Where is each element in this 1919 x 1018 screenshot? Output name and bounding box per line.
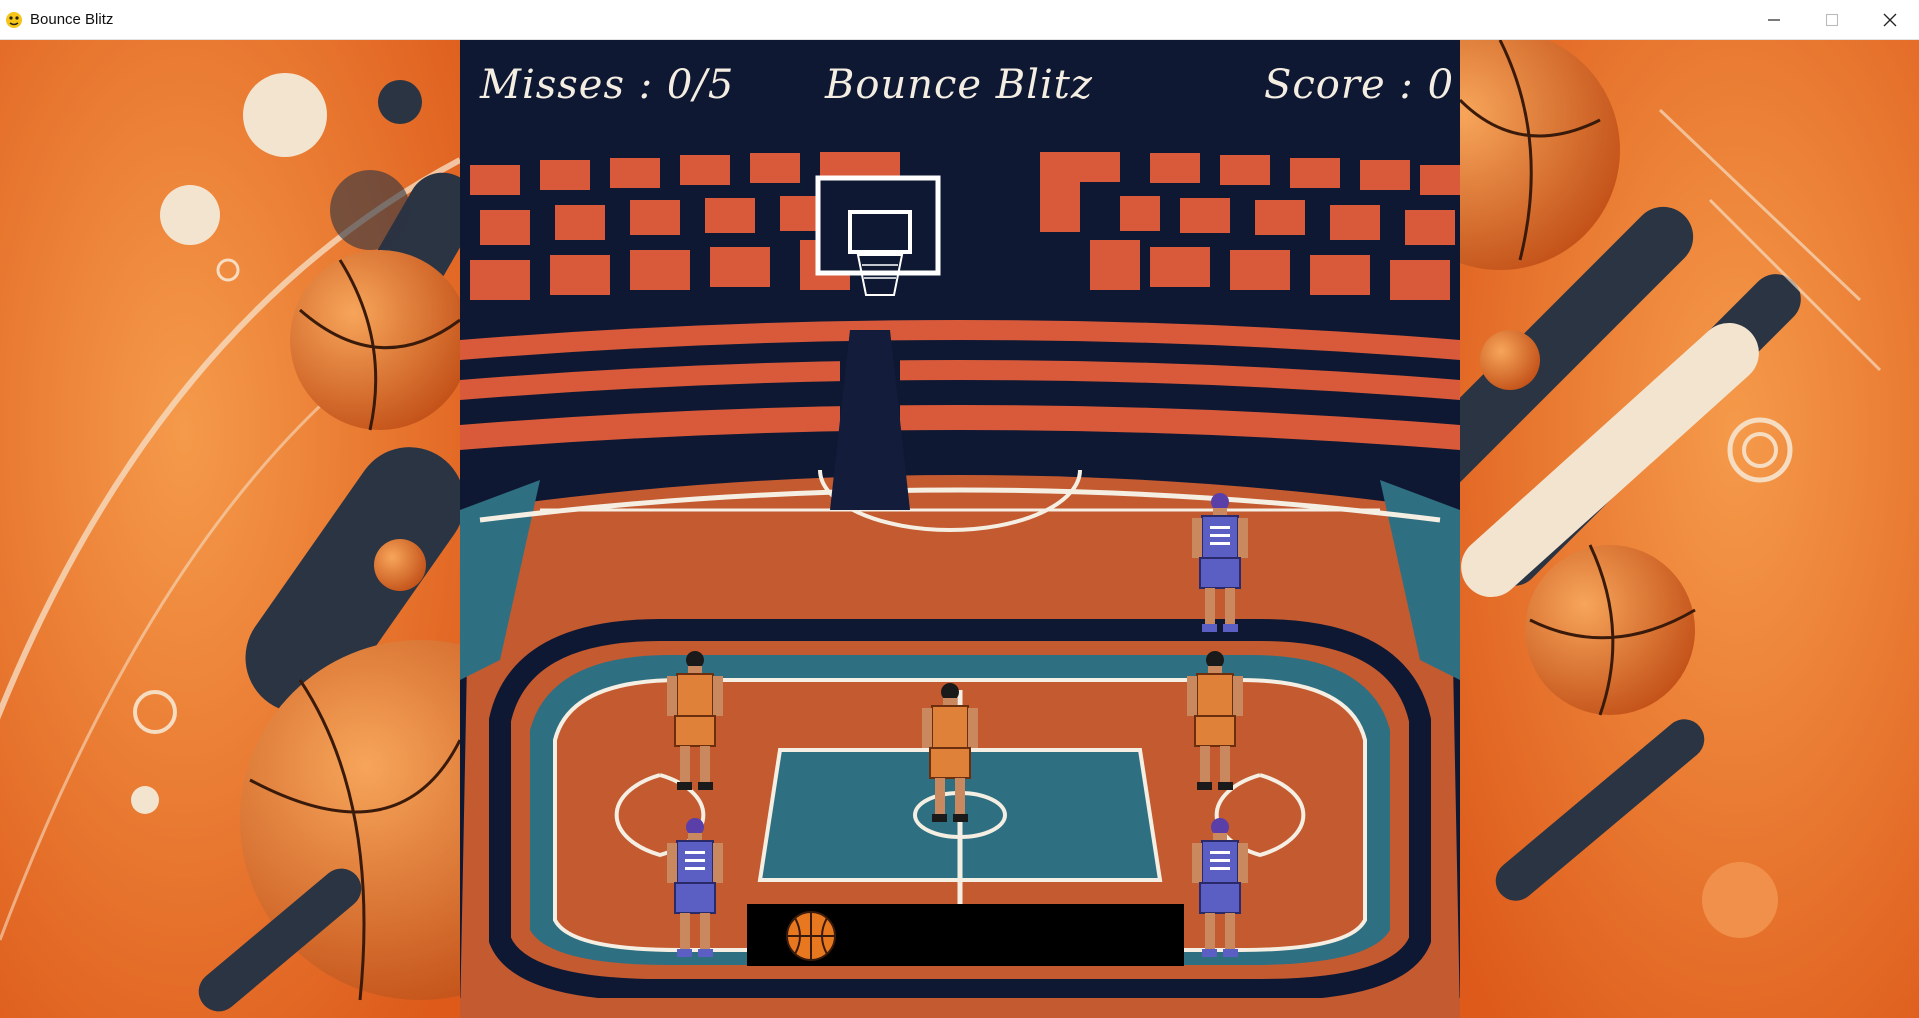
minimize-icon: [1768, 19, 1780, 21]
orange-player-left[interactable]: [655, 648, 735, 798]
purple-defender-top-right[interactable]: [1180, 490, 1260, 640]
ball-tray[interactable]: [747, 904, 1184, 966]
misses-counter: Misses : 0/5: [480, 62, 735, 108]
window-titlebar: Bounce Blitz: [0, 0, 1919, 40]
basketball-icon[interactable]: [785, 910, 837, 962]
purple-player-sprite: [667, 818, 723, 957]
game-canvas[interactable]: Misses : 0/5 Bounce Blitz Score : 0: [460, 40, 1460, 1018]
window-controls: [1745, 0, 1919, 40]
pygame-snake-icon: [6, 11, 22, 28]
score-counter: Score : 0: [1264, 62, 1455, 108]
orange-player-sprite: [1187, 651, 1243, 790]
left-background-art: [0, 40, 460, 1018]
maximize-icon: [1825, 13, 1839, 27]
window-title: Bounce Blitz: [30, 11, 114, 28]
purple-player-sprite: [1192, 818, 1248, 957]
close-icon: [1883, 13, 1897, 27]
purple-defender-bottom-right[interactable]: [1180, 815, 1260, 965]
right-background-art: [1460, 40, 1919, 1018]
game-title: Bounce Blitz: [825, 62, 1093, 108]
purple-defender-bottom-left[interactable]: [655, 815, 735, 965]
orange-player-sprite: [922, 683, 978, 822]
basketball-arena: [460, 40, 1460, 1018]
orange-player-sprite: [667, 651, 723, 790]
close-button[interactable]: [1861, 0, 1919, 40]
purple-player-sprite: [1192, 493, 1248, 632]
minimize-button[interactable]: [1745, 0, 1803, 40]
orange-player-center[interactable]: [910, 680, 990, 830]
orange-player-right[interactable]: [1175, 648, 1255, 798]
maximize-button[interactable]: [1803, 0, 1861, 40]
